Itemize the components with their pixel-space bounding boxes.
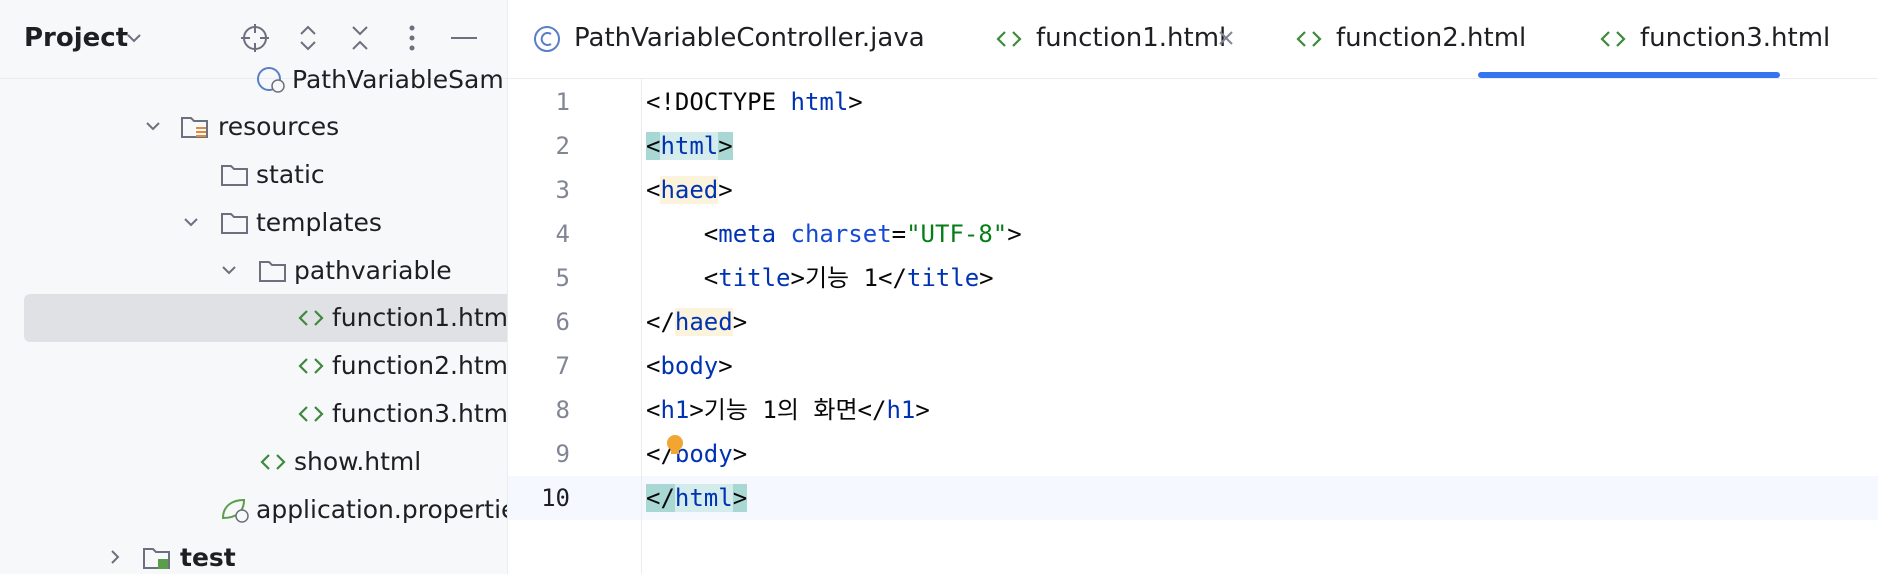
tree-item-test[interactable]: test	[24, 534, 507, 574]
expand-all-icon[interactable]	[290, 20, 326, 56]
tab-function2-html[interactable]: function2.html	[1294, 0, 1534, 78]
tab-label: function1.html	[1036, 23, 1227, 53]
locate-target-icon[interactable]	[237, 20, 273, 56]
code-line[interactable]: <meta charset="UTF-8">	[646, 217, 1022, 251]
editor-tab-bar: PathVariableController.java function1.ht…	[508, 0, 1878, 79]
resources-folder-icon	[180, 113, 210, 141]
line-number-gutter: 1 2 3 4 5 6 7 8 9 10	[508, 79, 642, 574]
tree-item-label: PathVariableSam	[292, 65, 504, 94]
code-line[interactable]: <html>	[646, 129, 733, 163]
tree-item-label: function3.html	[332, 399, 508, 428]
html-icon	[258, 448, 288, 476]
line-number: 10	[541, 484, 570, 512]
tree-item-show-html[interactable]: show.html	[24, 438, 507, 486]
line-number: 7	[555, 352, 570, 380]
folder-icon	[220, 161, 250, 189]
line-number: 3	[555, 176, 570, 204]
tree-item-label: pathvariable	[294, 256, 452, 285]
code-line[interactable]: <title>기능 1</title>	[646, 261, 994, 295]
code-line[interactable]: <!DOCTYPE html>	[646, 85, 863, 119]
tree-item-label: static	[256, 160, 325, 189]
tree-item-label: function1.html	[332, 303, 508, 332]
class-icon	[532, 24, 562, 58]
tree-item-label: test	[180, 543, 236, 572]
tab-label: function3.html	[1640, 23, 1831, 53]
html-icon	[1294, 24, 1324, 58]
project-view-title[interactable]: Project	[24, 20, 128, 56]
tree-item-label: function2.html	[332, 351, 508, 380]
html-icon	[296, 352, 326, 380]
tab-function1-html[interactable]: function1.html	[994, 0, 1280, 78]
tree-item-pathvariablesample[interactable]: PathVariableSam	[24, 56, 507, 104]
project-panel: Project PathVariableSam resources static…	[0, 0, 508, 574]
line-number: 6	[555, 308, 570, 336]
line-number: 4	[555, 220, 570, 248]
code-line[interactable]: </html>	[646, 481, 748, 515]
chevron-down-icon[interactable]	[144, 117, 162, 139]
tree-item-pathvariable[interactable]: pathvariable	[24, 247, 507, 295]
tree-item-application-properties[interactable]: application.propertie	[24, 486, 507, 534]
tab-label: PathVariableController.java	[574, 23, 925, 53]
tab-function3-html[interactable]: function3.html	[1598, 0, 1838, 78]
folder-icon	[220, 209, 250, 237]
line-number: 1	[555, 88, 570, 116]
tab-label: function2.html	[1336, 23, 1527, 53]
class-icon	[256, 66, 286, 94]
chevron-down-icon[interactable]	[126, 30, 142, 49]
tree-item-function3-html[interactable]: function3.html	[24, 390, 507, 438]
test-folder-icon	[142, 544, 172, 572]
code-line[interactable]: <body>	[646, 349, 733, 383]
tree-item-function1-html[interactable]: function1.html	[24, 294, 507, 342]
code-line[interactable]: </haed>	[646, 305, 747, 339]
html-icon	[994, 24, 1024, 58]
code-line[interactable]: </body>	[646, 437, 747, 471]
line-number: 9	[555, 440, 570, 468]
tab-pathvariablecontroller-java[interactable]: PathVariableController.java	[532, 0, 952, 78]
spring-properties-icon	[220, 496, 250, 524]
lightbulb-icon[interactable]	[664, 434, 686, 456]
tree-item-static[interactable]: static	[24, 151, 507, 199]
tree-item-label: templates	[256, 208, 382, 237]
line-number: 8	[555, 396, 570, 424]
close-icon[interactable]	[1216, 28, 1236, 52]
line-number: 2	[555, 132, 570, 160]
collapse-all-icon[interactable]	[342, 20, 378, 56]
more-options-icon[interactable]	[394, 20, 430, 56]
folder-icon	[258, 257, 288, 285]
active-tab-indicator	[1478, 72, 1780, 78]
chevron-right-icon[interactable]	[106, 548, 124, 570]
tree-item-function2-html[interactable]: function2.html	[24, 342, 507, 390]
tree-item-label: application.propertie	[256, 495, 508, 524]
tree-item-label: show.html	[294, 447, 422, 476]
code-line[interactable]: <h1>기능 1의 화면</h1>	[646, 393, 930, 427]
line-number: 5	[555, 264, 570, 292]
tree-item-label: resources	[218, 112, 340, 141]
code-line[interactable]: <haed>	[646, 173, 733, 207]
tree-item-resources[interactable]: resources	[24, 103, 507, 151]
chevron-down-icon[interactable]	[182, 213, 200, 235]
hide-panel-icon[interactable]	[446, 20, 482, 56]
html-icon	[296, 400, 326, 428]
html-icon	[1598, 24, 1628, 58]
html-icon	[296, 304, 326, 332]
chevron-down-icon[interactable]	[220, 261, 238, 283]
tree-item-templates[interactable]: templates	[24, 199, 507, 247]
code-editor[interactable]: 1 2 3 4 5 6 7 8 9 10 <!DOCTYPE html> <ht…	[508, 79, 1878, 574]
